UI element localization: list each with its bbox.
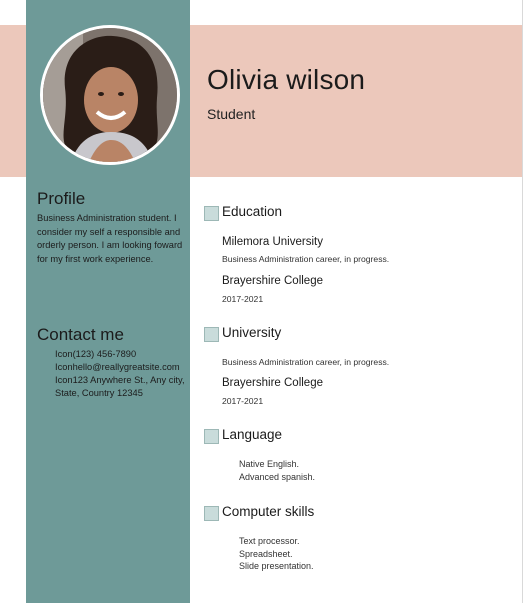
language-heading: Language — [222, 427, 283, 442]
language-marker-icon — [204, 429, 219, 444]
education-entry-detail: 2017-2021 — [222, 294, 264, 304]
language-item: Native English. — [239, 459, 300, 469]
university-heading: University — [222, 325, 282, 340]
skills-list: Text processor. Spreadsheet. Slide prese… — [239, 535, 314, 573]
university-entry-title: Brayershire College — [222, 377, 323, 389]
profile-photo — [40, 25, 180, 165]
language-list: Native English. Advanced spanish. — [239, 458, 315, 483]
contact-email: Iconhello@reallygreatsite.com — [55, 362, 180, 372]
education-entry-title: Brayershire College — [222, 275, 323, 287]
language-item: Advanced spanish. — [239, 471, 316, 482]
university-entry-detail: 2017-2021 — [222, 396, 264, 406]
contact-heading: Contact me — [37, 325, 124, 344]
skills-heading: Computer skills — [222, 504, 315, 519]
profile-heading: Profile — [37, 189, 86, 208]
university-marker-icon — [204, 327, 219, 342]
education-entry-title: Milemora University — [222, 236, 323, 248]
candidate-name: Olivia wilson — [207, 64, 366, 95]
contact-list: Icon(123) 456-7890 Iconhello@reallygreat… — [55, 348, 189, 400]
profile-text: Business Administration student. I consi… — [37, 213, 183, 264]
skill-item: Slide presentation. — [239, 561, 314, 571]
skills-marker-icon — [204, 506, 219, 521]
education-heading: Education — [222, 204, 283, 219]
education-entry-detail: Business Administration career, in progr… — [222, 254, 390, 264]
university-entry-detail: Business Administration career, in progr… — [222, 357, 390, 367]
portrait-photo — [43, 28, 177, 162]
education-marker-icon — [204, 206, 219, 221]
contact-address: Icon123 Anywhere St., Any city, State, C… — [55, 375, 185, 398]
page-edge-rule — [522, 0, 523, 603]
skill-item: Text processor. — [239, 536, 300, 546]
skill-item: Spreadsheet. — [239, 548, 293, 559]
contact-phone: Icon(123) 456-7890 — [55, 349, 137, 359]
candidate-role: Student — [207, 106, 256, 122]
